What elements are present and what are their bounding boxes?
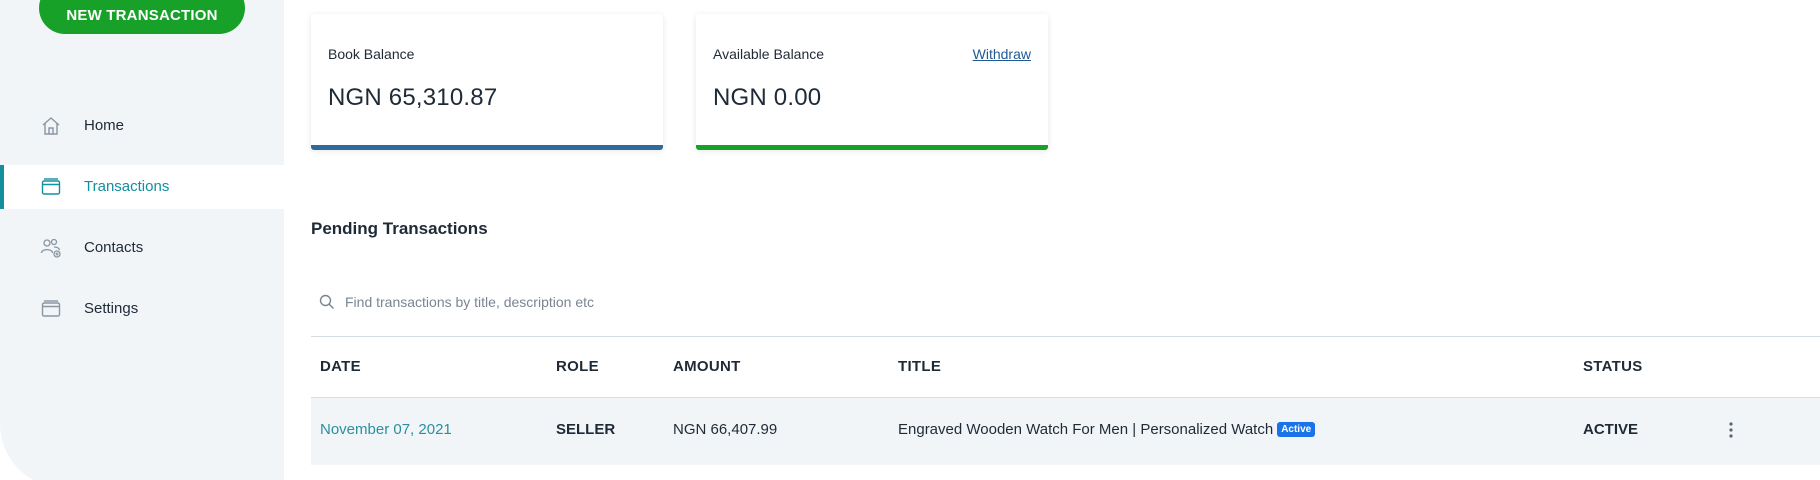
sidebar-item-transactions[interactable]: Transactions [0, 165, 284, 209]
withdraw-link[interactable]: Withdraw [973, 46, 1031, 62]
available-balance-card: Available Balance Withdraw NGN 0.00 [696, 14, 1048, 150]
book-balance-label: Book Balance [328, 46, 415, 62]
book-balance-amount: NGN 65,310.87 [328, 84, 498, 111]
column-header-amount: AMOUNT [673, 358, 741, 375]
sidebar: NEW TRANSACTION Home Transactions Contac… [0, 0, 284, 480]
column-header-date: DATE [320, 358, 361, 375]
row-date: November 07, 2021 [320, 421, 452, 438]
contacts-icon [40, 238, 61, 258]
sidebar-item-label: Settings [84, 300, 139, 317]
status-badge: Active [1277, 422, 1316, 437]
transaction-search [311, 284, 1211, 320]
home-icon [42, 117, 60, 135]
column-header-status: STATUS [1583, 358, 1643, 375]
search-icon [319, 294, 334, 309]
sidebar-item-label: Transactions [84, 178, 170, 195]
available-balance-label: Available Balance [713, 46, 825, 62]
table-row[interactable]: November 07, 2021 SELLER NGN 66,407.99 E… [311, 398, 1820, 465]
row-title: Engraved Wooden Watch For Men | Personal… [898, 421, 1274, 438]
row-role: SELLER [556, 421, 616, 438]
available-balance-bar [696, 145, 1048, 150]
row-title-cell: Engraved Wooden Watch For Men | Personal… [898, 421, 1316, 438]
table-header: DATE ROLE AMOUNT TITLE STATUS [311, 336, 1820, 398]
settings-icon [41, 300, 61, 317]
pending-transactions-table: DATE ROLE AMOUNT TITLE STATUS November 0… [311, 336, 1820, 465]
sidebar-item-contacts[interactable]: Contacts [0, 226, 284, 270]
column-header-title: TITLE [898, 358, 942, 375]
sidebar-item-home[interactable]: Home [0, 104, 284, 148]
app-window: NEW TRANSACTION Home Transactions Contac… [0, 0, 1820, 480]
pending-transactions-title: Pending Transactions [311, 219, 488, 238]
more-options-icon[interactable] [1725, 420, 1737, 440]
sidebar-item-label: Home [84, 117, 125, 134]
search-input[interactable] [345, 290, 1045, 314]
column-header-role: ROLE [556, 358, 599, 375]
row-amount: NGN 66,407.99 [673, 421, 778, 438]
sidebar-item-settings[interactable]: Settings [0, 287, 284, 331]
row-status: ACTIVE [1583, 421, 1639, 438]
available-balance-amount: NGN 0.00 [713, 84, 822, 111]
sidebar-item-label: Contacts [84, 239, 144, 256]
book-balance-bar [311, 145, 663, 150]
transactions-icon [41, 178, 61, 195]
new-transaction-button[interactable]: NEW TRANSACTION [39, 0, 245, 34]
book-balance-card: Book Balance NGN 65,310.87 [311, 14, 663, 150]
